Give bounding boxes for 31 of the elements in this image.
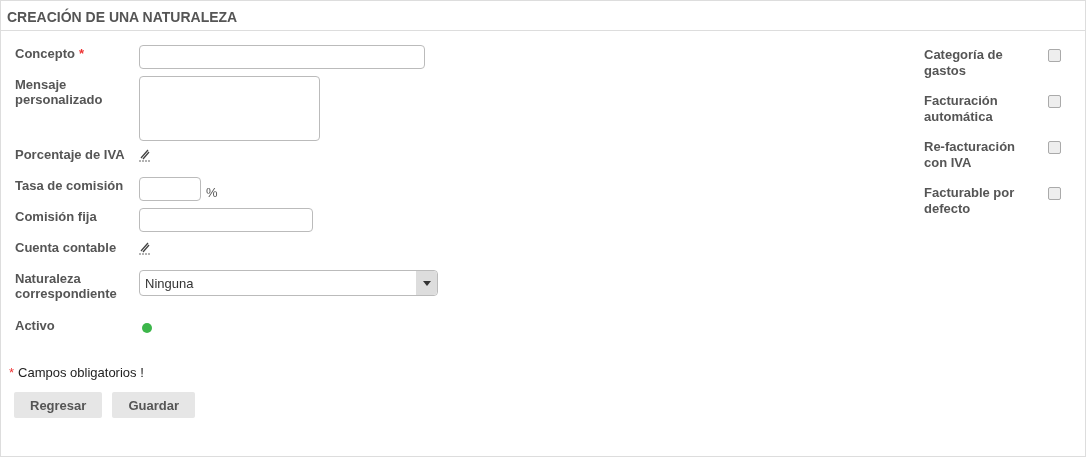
checkbox[interactable] [1048, 49, 1061, 62]
option-label: Categoría de gastos [924, 47, 1004, 79]
checkbox[interactable] [1048, 187, 1061, 200]
action-button[interactable]: Guardar [112, 392, 195, 418]
form-title: CREACIÓN DE UNA NATURALEZA [7, 9, 238, 25]
field-label: Tasa de comisión [15, 178, 124, 193]
field-label: Concepto [15, 46, 75, 61]
option-label: Facturación automática [924, 93, 999, 125]
action-button[interactable]: Regresar [14, 392, 103, 418]
field-label: Comisión fija [15, 209, 97, 224]
pencil-icon[interactable] [139, 241, 151, 255]
message-field[interactable] [139, 76, 320, 141]
percent-unit: % [206, 183, 218, 200]
text-field[interactable] [139, 45, 425, 69]
pencil-icon[interactable] [139, 148, 151, 162]
field-label: Porcentaje de IVA [15, 147, 125, 162]
text-field[interactable] [139, 208, 313, 232]
caret-icon [422, 280, 431, 286]
required-mark: * [78, 46, 84, 61]
field-label: Cuenta contable [15, 240, 117, 255]
field-label: Activo [15, 318, 55, 333]
checkbox[interactable] [1048, 95, 1061, 108]
option-label: Facturable por defecto [924, 185, 1016, 217]
option-label: Re-facturación con IVA [924, 139, 1017, 171]
required-mark: * [9, 365, 15, 380]
required-note: Campos obligatorios ! [18, 365, 144, 380]
field-label: Naturaleza correspondiente [15, 271, 117, 301]
checkbox[interactable] [1048, 141, 1061, 154]
nature-select[interactable]: Ninguna [139, 270, 438, 296]
field-label: Mensaje personalizado [15, 77, 103, 107]
rate-field[interactable] [139, 177, 201, 201]
